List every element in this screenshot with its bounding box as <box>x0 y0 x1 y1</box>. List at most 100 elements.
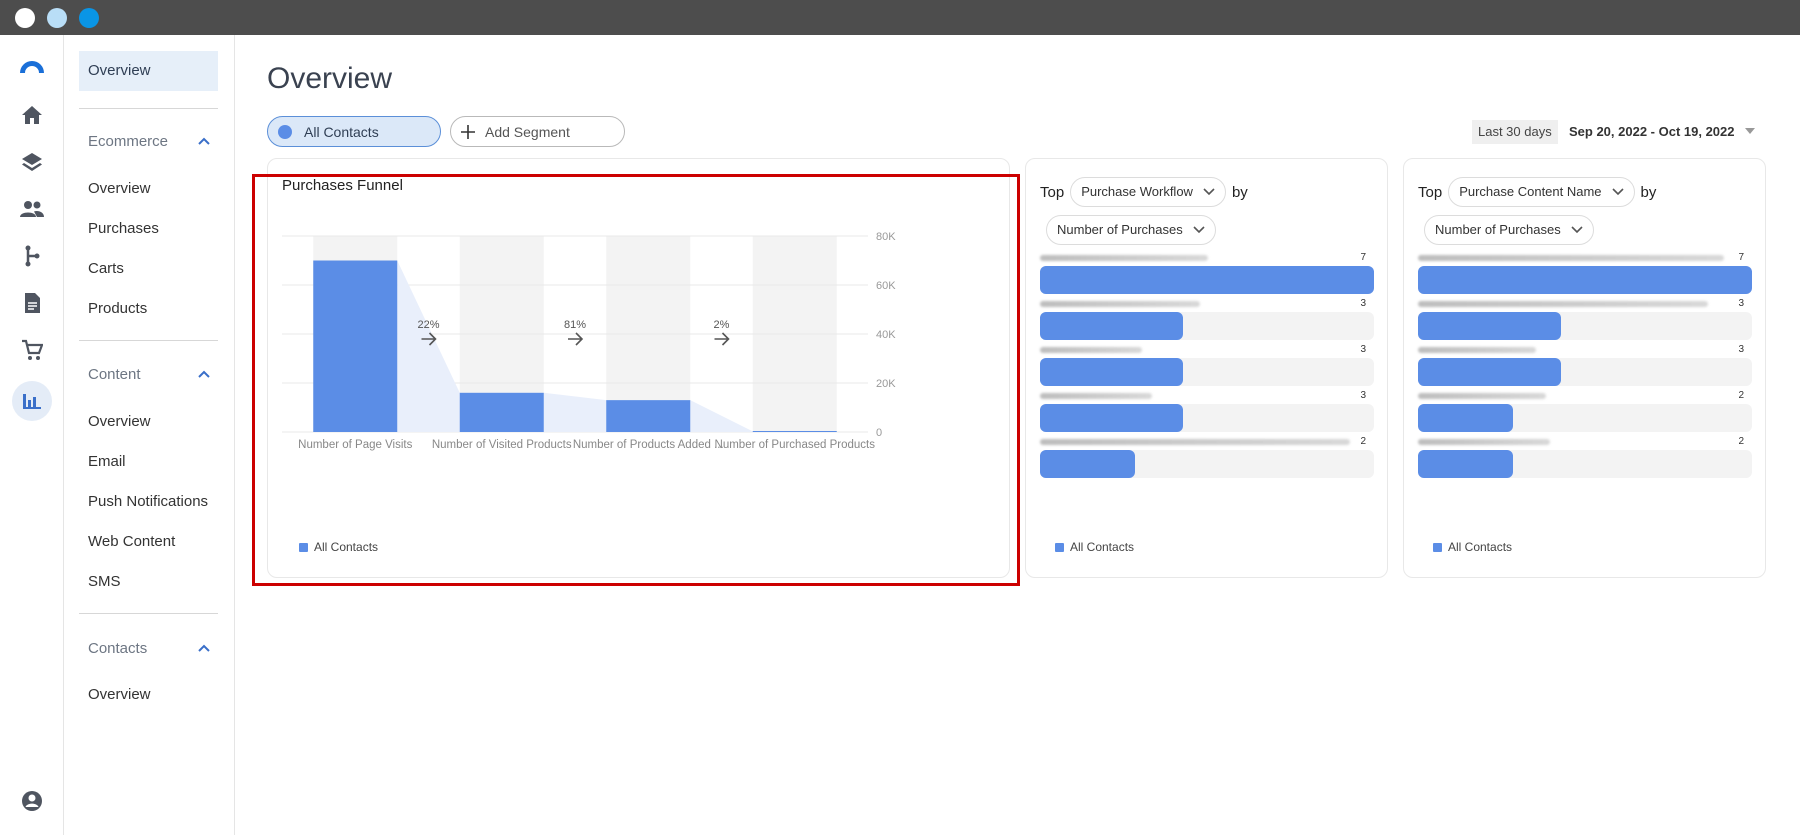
redacted-label <box>1418 439 1550 445</box>
add-segment-label: Add Segment <box>485 123 570 140</box>
nav-item-products[interactable]: Products <box>79 289 218 329</box>
bar-row[interactable]: 2 <box>1418 436 1752 485</box>
redacted-label <box>1418 255 1724 261</box>
chevron-down-icon <box>1193 226 1205 234</box>
highlight-frame <box>252 174 1020 586</box>
bar-row[interactable]: 3 <box>1418 344 1752 393</box>
nav-item-ecommerce-overview[interactable]: Overview <box>79 169 218 209</box>
bar-count: 3 <box>1360 344 1366 355</box>
segment-color-dot <box>278 124 292 139</box>
nav-item-contacts-overview[interactable]: Overview <box>79 675 218 715</box>
bar-fill <box>1418 450 1514 478</box>
nav-section-label: Ecommerce <box>88 133 169 150</box>
bar-row[interactable]: 7 <box>1040 252 1374 301</box>
nav-item-sms[interactable]: SMS <box>79 562 218 602</box>
nav-item-content-overview[interactable]: Overview <box>79 402 218 442</box>
bar-count: 2 <box>1360 436 1366 447</box>
chart-legend: All Contacts <box>1055 540 1134 554</box>
window-close-button[interactable] <box>15 8 35 28</box>
add-segment-button[interactable]: Add Segment <box>450 116 625 147</box>
nav-item-carts[interactable]: Carts <box>79 249 218 289</box>
redacted-label <box>1040 255 1208 261</box>
chart-icon[interactable] <box>12 381 52 421</box>
redacted-label <box>1040 301 1200 307</box>
bar-fill <box>1418 266 1752 294</box>
top-purchase-workflow-card: Top Purchase Workflow by Number of Purch… <box>1025 158 1388 578</box>
document-icon[interactable] <box>12 283 52 323</box>
nav-item-overview[interactable]: Overview <box>79 51 218 91</box>
metric-dropdown[interactable]: Number of Purchases <box>1046 215 1216 245</box>
chevron-up-icon <box>198 644 210 652</box>
plus-icon <box>461 124 475 139</box>
nav-divider <box>79 340 218 341</box>
page-title: Overview <box>267 62 393 95</box>
nav-divider <box>79 108 218 109</box>
nav-item-web-content[interactable]: Web Content <box>79 522 218 562</box>
bar-fill <box>1040 312 1184 340</box>
top-label: Top <box>1040 183 1065 201</box>
cart-icon[interactable] <box>12 330 52 370</box>
nav-section-contacts[interactable]: Contacts <box>88 637 218 661</box>
bar-count: 3 <box>1360 390 1366 401</box>
date-preset-chip[interactable]: Last 30 days <box>1472 120 1558 144</box>
top-label: Top <box>1418 183 1443 201</box>
bar-row[interactable]: 7 <box>1418 252 1752 301</box>
chevron-down-icon <box>1611 188 1624 196</box>
caret-down-icon[interactable] <box>1745 128 1755 134</box>
by-label: by <box>1640 183 1657 201</box>
bar-row[interactable]: 2 <box>1040 436 1374 485</box>
bar-fill <box>1418 358 1562 386</box>
bar-row[interactable]: 2 <box>1418 390 1752 439</box>
layers-icon[interactable] <box>12 142 52 182</box>
bar-count: 7 <box>1738 252 1744 263</box>
nav-item-purchases[interactable]: Purchases <box>79 209 218 249</box>
bar-count: 3 <box>1360 298 1366 309</box>
chevron-down-icon <box>1203 188 1215 196</box>
metric-dropdown[interactable]: Number of Purchases <box>1424 215 1594 245</box>
bar-row[interactable]: 3 <box>1040 298 1374 347</box>
nav-item-email[interactable]: Email <box>79 442 218 482</box>
bar-fill <box>1040 266 1374 294</box>
legend-swatch <box>1055 542 1064 552</box>
chevron-down-icon <box>1571 226 1583 234</box>
bar-row[interactable]: 3 <box>1040 344 1374 393</box>
nav-section-ecommerce[interactable]: Ecommerce <box>88 130 218 154</box>
nav-item-push-notifications[interactable]: Push Notifications <box>79 482 218 522</box>
redacted-label <box>1040 347 1142 353</box>
metric-value: Number of Purchases <box>1057 222 1183 237</box>
nav-section-content[interactable]: Content <box>88 363 218 387</box>
chart-legend: All Contacts <box>1433 540 1512 554</box>
dimension-value: Purchase Content Name <box>1459 184 1602 199</box>
bar-row[interactable]: 3 <box>1418 298 1752 347</box>
redacted-label <box>1418 301 1708 307</box>
window-titlebar <box>0 0 1800 35</box>
date-range-picker[interactable]: Sep 20, 2022 - Oct 19, 2022 <box>1569 120 1735 144</box>
redacted-label <box>1040 393 1152 399</box>
chevron-up-icon <box>198 370 210 378</box>
sub-navigation: Overview Ecommerce Overview Purchases Ca… <box>64 35 235 835</box>
window-zoom-button[interactable] <box>79 8 99 28</box>
people-icon[interactable] <box>12 189 52 229</box>
bar-count: 2 <box>1738 436 1744 447</box>
legend-label: All Contacts <box>1448 540 1513 554</box>
branch-icon[interactable] <box>12 236 52 276</box>
nav-divider <box>79 613 218 614</box>
account-icon[interactable] <box>12 781 52 821</box>
dimension-value: Purchase Workflow <box>1081 184 1193 199</box>
bar-fill <box>1040 404 1184 432</box>
redacted-label <box>1418 347 1536 353</box>
dimension-dropdown[interactable]: Purchase Content Name <box>1448 177 1635 207</box>
bar-row[interactable]: 3 <box>1040 390 1374 439</box>
top-header: Top Purchase Workflow by <box>1040 177 1248 207</box>
home-icon[interactable] <box>12 95 52 135</box>
legend-swatch <box>1433 542 1442 552</box>
logo-icon[interactable] <box>12 45 52 85</box>
chevron-up-icon <box>198 137 210 145</box>
segment-all-contacts[interactable]: All Contacts <box>267 116 441 147</box>
legend-label: All Contacts <box>1070 540 1135 554</box>
dimension-dropdown[interactable]: Purchase Workflow <box>1070 177 1226 207</box>
redacted-label <box>1040 439 1350 445</box>
window-minimize-button[interactable] <box>47 8 67 28</box>
metric-value: Number of Purchases <box>1435 222 1561 237</box>
bar-count: 7 <box>1360 252 1366 263</box>
